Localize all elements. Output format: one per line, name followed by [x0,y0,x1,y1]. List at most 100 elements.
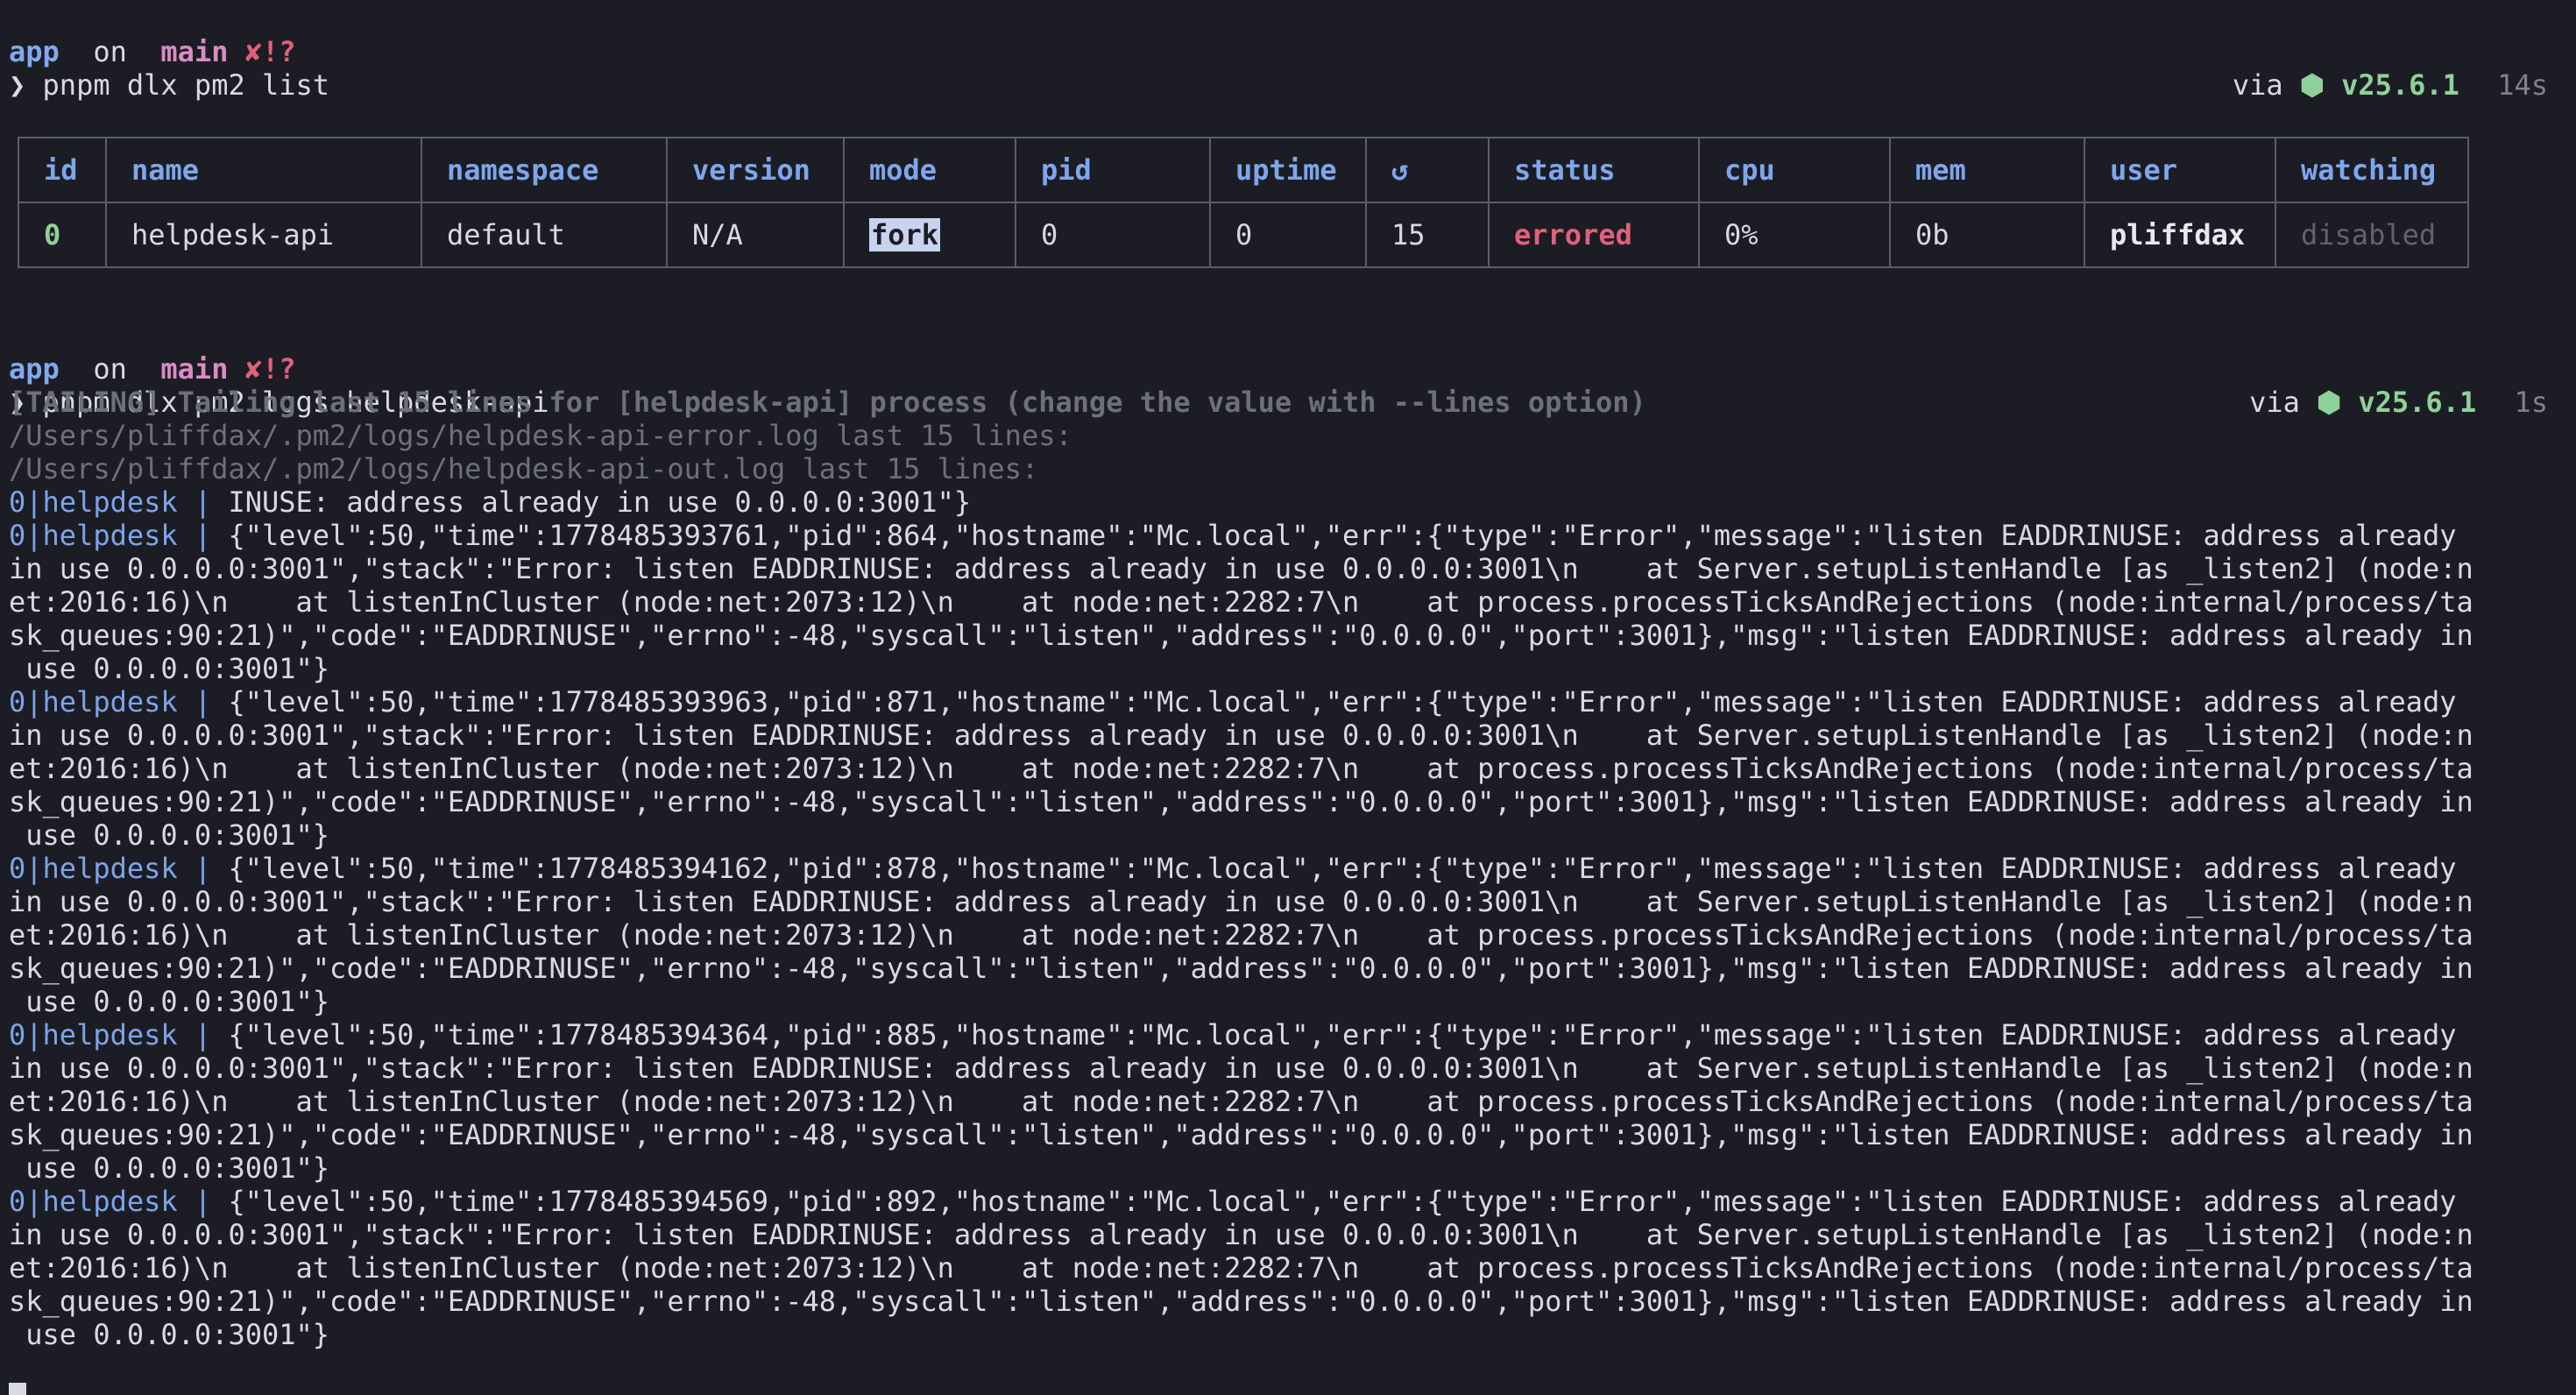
log-process-prefix: 0|helpdesk | [9,852,229,885]
column-header: id [18,137,107,203]
log-text: use 0.0.0.0:3001"} [9,818,330,852]
out-log-path: /Users/pliffdax/.pm2/logs/helpdesk-api-o… [9,452,1039,485]
log-text: use 0.0.0.0:3001"} [9,1318,330,1351]
log-text: et:2016:16)\n at listenInCluster (node:n… [9,918,2473,952]
log-line: sk_queues:90:21)","code":"EADDRINUSE","e… [9,952,2473,985]
log-text: sk_queues:90:21)","code":"EADDRINUSE","e… [9,619,2473,652]
log-text: use 0.0.0.0:3001"} [9,652,330,685]
column-header: user [2084,137,2276,203]
process-name: helpdesk-api [105,202,422,268]
prompt-line-1: app on main ✘!? [9,2,296,68]
log-line: et:2016:16)\n at listenInCluster (node:n… [9,918,2473,952]
log-line: sk_queues:90:21)","code":"EADDRINUSE","e… [9,785,2473,818]
process-uptime: 0 [1209,202,1367,268]
terminal-cursor [9,1383,26,1395]
column-header: cpu [1698,137,1891,203]
log-text: et:2016:16)\n at listenInCluster (node:n… [9,585,2473,619]
node-icon: ⬢ [2317,386,2342,419]
log-text: {"level":50,"time":1778485394162,"pid":8… [228,852,2457,885]
log-text: sk_queues:90:21)","code":"EADDRINUSE","e… [9,785,2473,818]
log-process-prefix: 0|helpdesk | [9,1018,229,1052]
node-version: v25.6.1 [2341,68,2459,102]
log-text: et:2016:16)\n at listenInCluster (node:n… [9,1251,2473,1285]
error-log-path: /Users/pliffdax/.pm2/logs/helpdesk-api-e… [9,419,1072,452]
column-header: pid [1015,137,1211,203]
node-icon: ⬢ [2299,68,2325,102]
log-text: sk_queues:90:21)","code":"EADDRINUSE","e… [9,952,2473,985]
log-text: sk_queues:90:21)","code":"EADDRINUSE","e… [9,1118,2473,1151]
log-line: et:2016:16)\n at listenInCluster (node:n… [9,1085,2473,1118]
prompt-right-info-2: via ⬢ v25.6.1 1s [2249,352,2548,419]
log-line: 0|helpdesk | INUSE: address already in u… [9,485,971,519]
log-line: use 0.0.0.0:3001"} [9,985,329,1018]
log-line: sk_queues:90:21)","code":"EADDRINUSE","e… [9,1285,2473,1318]
log-text: et:2016:16)\n at listenInCluster (node:n… [9,1085,2473,1118]
log-text: sk_queues:90:21)","code":"EADDRINUSE","e… [9,1285,2473,1318]
log-line: 0|helpdesk | {"level":50,"time":17784853… [9,685,2457,719]
pm2-process-table: id name namespace version mode pid uptim… [18,137,2469,268]
log-text: et:2016:16)\n at listenInCluster (node:n… [9,752,2473,785]
command-duration: 1s [2514,386,2548,419]
process-status: errored [1488,202,1700,268]
log-text: INUSE: address already in use 0.0.0.0:30… [228,485,972,519]
log-text: in use 0.0.0.0:3001","stack":"Error: lis… [9,719,2473,752]
log-text: use 0.0.0.0:3001"} [9,1151,330,1185]
log-line: in use 0.0.0.0:3001","stack":"Error: lis… [9,1218,2473,1251]
restart-count-icon: ↺ [1365,137,1490,203]
command-line-1: ❯ pnpm dlx pm2 list [9,35,329,102]
log-process-prefix: 0|helpdesk | [9,1185,229,1218]
log-line: in use 0.0.0.0:3001","stack":"Error: lis… [9,1052,2473,1085]
column-header: name [105,137,422,203]
column-header: namespace [421,137,668,203]
process-mode-cell: fork [843,202,1016,268]
log-line: 0|helpdesk | {"level":50,"time":17784853… [9,1185,2457,1218]
log-line: et:2016:16)\n at listenInCluster (node:n… [9,752,2473,785]
log-process-prefix: 0|helpdesk | [9,685,229,719]
column-header: status [1488,137,1700,203]
log-text: {"level":50,"time":1778485393963,"pid":8… [228,685,2457,719]
log-text: {"level":50,"time":1778485394569,"pid":8… [228,1185,2457,1218]
process-mode-selection[interactable]: fork [869,218,941,251]
column-header: mem [1889,137,2085,203]
process-watching: disabled [2275,202,2469,268]
via-label: via [2249,386,2300,419]
table-header-row: id name namespace version mode pid uptim… [18,137,2469,203]
log-line: use 0.0.0.0:3001"} [9,1151,329,1185]
log-process-prefix: 0|helpdesk | [9,519,229,552]
process-cpu: 0% [1698,202,1891,268]
log-line: et:2016:16)\n at listenInCluster (node:n… [9,1251,2473,1285]
process-pid: 0 [1015,202,1211,268]
log-line: use 0.0.0.0:3001"} [9,818,329,852]
log-tailing-header: [TAILING] Tailing last 15 lines for [hel… [9,386,1646,419]
column-header: mode [843,137,1016,203]
log-text: in use 0.0.0.0:3001","stack":"Error: lis… [9,1052,2473,1085]
log-text: in use 0.0.0.0:3001","stack":"Error: lis… [9,552,2473,585]
command-line-2: ❯ pnpm dlx pm2 logs helpdesk-api [9,352,549,419]
process-mem: 0b [1889,202,2085,268]
via-label: via [2232,68,2283,102]
command-duration: 14s [2497,68,2548,102]
log-text: in use 0.0.0.0:3001","stack":"Error: lis… [9,1218,2473,1251]
log-text: {"level":50,"time":1778485394364,"pid":8… [228,1018,2457,1052]
process-version: N/A [666,202,845,268]
log-text: in use 0.0.0.0:3001","stack":"Error: lis… [9,885,2473,918]
log-line: sk_queues:90:21)","code":"EADDRINUSE","e… [9,1118,2473,1151]
column-header: watching [2275,137,2469,203]
log-line: 0|helpdesk | {"level":50,"time":17784853… [9,852,2457,885]
log-line: use 0.0.0.0:3001"} [9,1318,329,1351]
column-header: version [666,137,845,203]
log-process-prefix: 0|helpdesk | [9,485,229,519]
log-text: {"level":50,"time":1778485393761,"pid":8… [228,519,2457,552]
process-namespace: default [421,202,668,268]
prompt-line-2: app on main ✘!? [9,319,296,386]
prompt-right-info-1: via ⬢ v25.6.1 14s [2233,35,2548,102]
table-row: 0 helpdesk-api default N/A fork 0 0 15 e… [18,202,2469,268]
log-line: sk_queues:90:21)","code":"EADDRINUSE","e… [9,619,2473,652]
process-id: 0 [18,202,107,268]
log-line: 0|helpdesk | {"level":50,"time":17784853… [9,519,2457,552]
log-line: 0|helpdesk | {"level":50,"time":17784853… [9,1018,2457,1052]
command-text: pnpm dlx pm2 list [42,68,330,102]
prompt-symbol: ❯ [9,68,26,102]
log-line: in use 0.0.0.0:3001","stack":"Error: lis… [9,885,2473,918]
log-line: in use 0.0.0.0:3001","stack":"Error: lis… [9,719,2473,752]
